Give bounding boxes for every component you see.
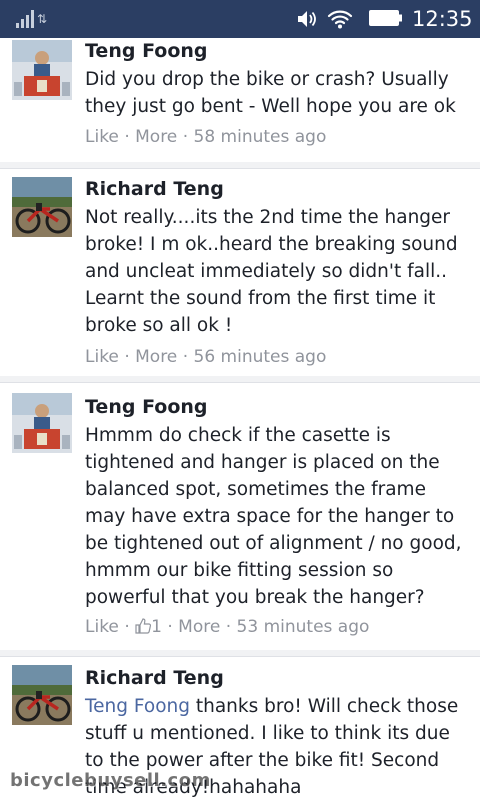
more-link[interactable]: More <box>178 617 220 637</box>
battery-icon <box>369 10 402 26</box>
avatar[interactable] <box>12 665 72 725</box>
wifi-icon <box>327 8 353 34</box>
like-link[interactable]: Like <box>85 617 119 637</box>
separator: · <box>182 347 189 367</box>
comment-item: Richard Teng Not really....its the 2nd t… <box>0 168 480 377</box>
comment-author[interactable]: Richard Teng <box>85 178 224 200</box>
clock: 12:35 <box>412 7 473 31</box>
volume-icon <box>296 9 318 33</box>
comment-author[interactable]: Richard Teng <box>85 667 224 689</box>
comment-meta: Like · More · 58 minutes ago <box>85 127 326 147</box>
like-link[interactable]: Like <box>85 127 119 147</box>
signal-icon <box>16 8 38 28</box>
comment-item: Teng Foong Did you drop the bike or cras… <box>0 38 480 162</box>
comment-time: 56 minutes ago <box>193 347 327 367</box>
avatar[interactable] <box>12 393 72 453</box>
comment-text: Not really....its the 2nd time the hange… <box>85 207 458 336</box>
comment-author[interactable]: Teng Foong <box>85 396 208 418</box>
more-link[interactable]: More <box>135 347 177 367</box>
like-count: 1 <box>151 617 162 637</box>
comment-time: 53 minutes ago <box>236 617 370 637</box>
status-bar: ⇅ 12:35 <box>0 0 480 38</box>
comment-time: 58 minutes ago <box>193 127 327 147</box>
avatar[interactable] <box>12 40 72 100</box>
comment-meta: Like · More · 56 minutes ago <box>85 347 326 367</box>
data-activity-icon: ⇅ <box>37 12 48 26</box>
thumbs-up-icon <box>135 618 152 639</box>
separator: · <box>124 127 130 147</box>
comment-author[interactable]: Teng Foong <box>85 40 208 62</box>
separator: · <box>167 617 173 637</box>
comment-text: Did you drop the bike or crash? Usually … <box>85 69 456 117</box>
comment-item: Teng Foong Hmmm do check if the casette … <box>0 382 480 651</box>
comment-text: Hmmm do check if the casette is tightene… <box>85 425 462 608</box>
comment-meta: Like · 1 · More · 53 minutes ago <box>85 617 369 639</box>
watermark: bicyclebuysell.com <box>10 770 211 791</box>
like-link[interactable]: Like <box>85 347 119 367</box>
separator: · <box>124 617 130 637</box>
more-link[interactable]: More <box>135 127 177 147</box>
mention-link[interactable]: Teng Foong <box>85 696 190 717</box>
separator: · <box>225 617 232 637</box>
avatar[interactable] <box>12 177 72 237</box>
separator: · <box>182 127 189 147</box>
separator: · <box>124 347 130 367</box>
